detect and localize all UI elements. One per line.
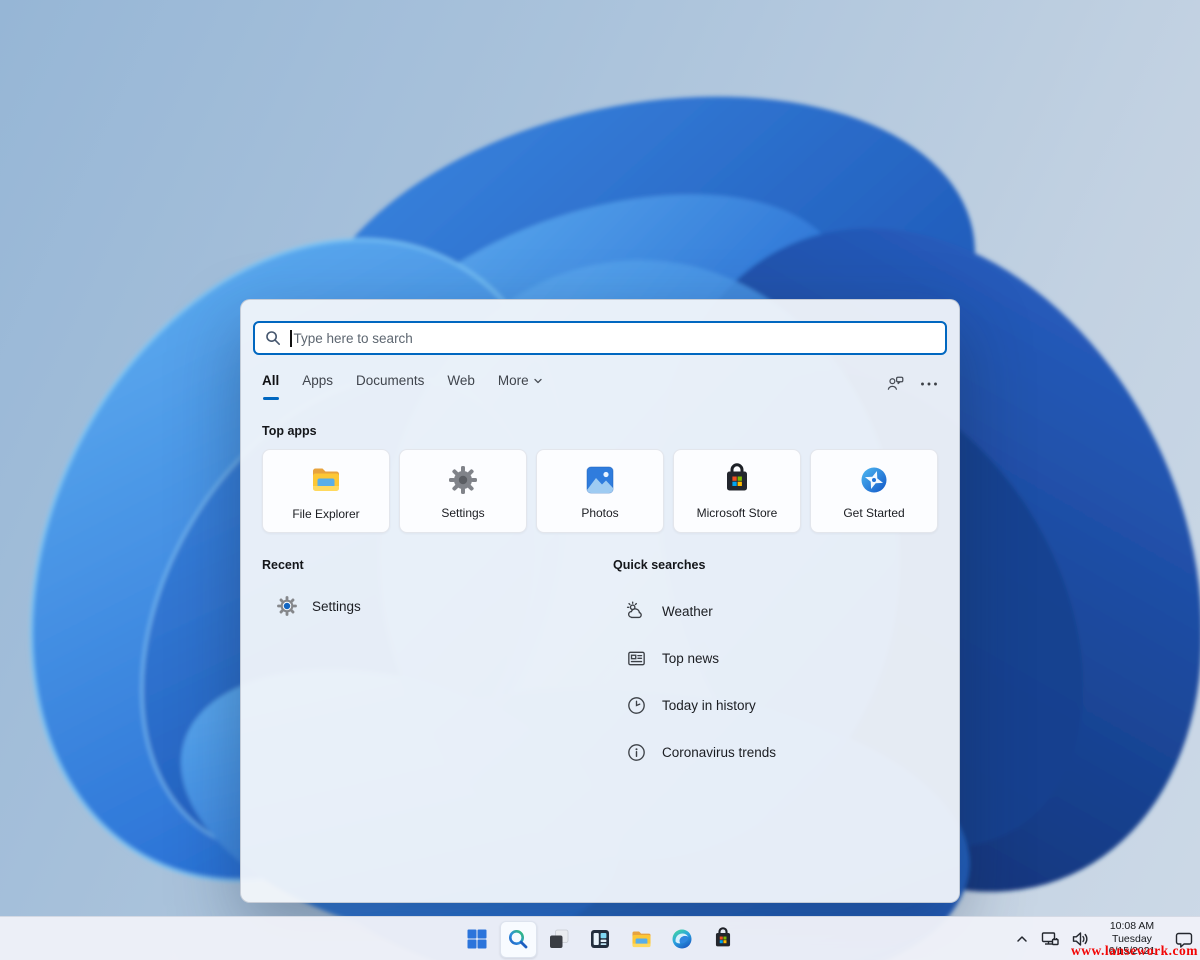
recent-item-label: Settings bbox=[312, 599, 361, 614]
photos-icon bbox=[583, 463, 617, 497]
app-card-label: Microsoft Store bbox=[697, 506, 778, 520]
folder-icon bbox=[629, 927, 654, 952]
file-explorer-button[interactable] bbox=[623, 921, 660, 958]
quick-search-top-news[interactable]: Top news bbox=[613, 635, 938, 682]
widgets-button[interactable] bbox=[582, 921, 619, 958]
store-bag-icon bbox=[711, 927, 735, 951]
tray-time: 10:08 AM bbox=[1101, 920, 1163, 933]
task-view-button[interactable] bbox=[541, 921, 578, 958]
app-card-settings[interactable]: Settings bbox=[399, 449, 527, 533]
text-caret bbox=[290, 330, 292, 347]
widgets-icon bbox=[588, 927, 612, 951]
clock-icon bbox=[625, 694, 648, 717]
top-apps-title: Top apps bbox=[241, 424, 959, 438]
network-icon[interactable] bbox=[1040, 930, 1060, 948]
account-feedback-icon[interactable] bbox=[886, 374, 905, 393]
newspaper-icon bbox=[625, 647, 648, 670]
tab-apps[interactable]: Apps bbox=[302, 373, 333, 400]
start-button[interactable] bbox=[459, 921, 496, 958]
quick-searches-title: Quick searches bbox=[613, 558, 938, 572]
taskbar: 10:08 AM Tuesday 6/15/2021 bbox=[0, 916, 1200, 960]
app-card-label: Photos bbox=[581, 506, 618, 520]
more-options-icon[interactable] bbox=[920, 381, 938, 387]
search-filter-tabs: All Apps Documents Web More bbox=[241, 373, 959, 403]
recent-title: Recent bbox=[262, 558, 613, 572]
search-input[interactable]: Type here to search bbox=[253, 321, 947, 355]
folder-icon bbox=[308, 462, 344, 498]
chevron-down-icon bbox=[533, 376, 543, 386]
app-card-file-explorer[interactable]: File Explorer bbox=[262, 449, 390, 533]
search-taskbar-button[interactable] bbox=[500, 921, 537, 958]
tab-web[interactable]: Web bbox=[447, 373, 475, 400]
desktop: Type here to search All Apps Documents W… bbox=[0, 0, 1200, 960]
search-placeholder: Type here to search bbox=[294, 331, 413, 346]
edge-icon bbox=[670, 927, 694, 951]
recent-section: Recent bbox=[262, 558, 613, 776]
app-card-label: File Explorer bbox=[292, 507, 359, 521]
quick-search-weather[interactable]: Weather bbox=[613, 588, 938, 635]
gear-icon bbox=[275, 594, 299, 618]
tab-all[interactable]: All bbox=[262, 373, 279, 400]
app-card-label: Get Started bbox=[843, 506, 904, 520]
tab-more[interactable]: More bbox=[498, 373, 543, 400]
quick-search-label: Top news bbox=[662, 651, 719, 666]
search-icon bbox=[265, 330, 281, 346]
watermark-text: www.lansework.com bbox=[1071, 943, 1198, 959]
search-flyout-panel: Type here to search All Apps Documents W… bbox=[240, 299, 960, 903]
gear-icon bbox=[446, 463, 480, 497]
app-card-label: Settings bbox=[441, 506, 484, 520]
tray-chevron-up-icon[interactable] bbox=[1015, 932, 1029, 946]
windows-logo-icon bbox=[465, 927, 489, 951]
task-view-icon bbox=[547, 927, 571, 951]
get-started-icon bbox=[857, 463, 891, 497]
search-icon bbox=[506, 927, 530, 951]
store-button[interactable] bbox=[705, 921, 742, 958]
quick-search-label: Coronavirus trends bbox=[662, 745, 776, 760]
quick-search-coronavirus-trends[interactable]: Coronavirus trends bbox=[613, 729, 938, 776]
quick-search-label: Weather bbox=[662, 604, 713, 619]
recent-item-settings[interactable]: Settings bbox=[262, 594, 613, 618]
store-bag-icon bbox=[720, 463, 754, 497]
tab-more-label: More bbox=[498, 373, 529, 388]
top-apps-grid: File Explorer bbox=[241, 449, 959, 533]
app-card-photos[interactable]: Photos bbox=[536, 449, 664, 533]
quick-search-label: Today in history bbox=[662, 698, 756, 713]
tab-documents[interactable]: Documents bbox=[356, 373, 424, 400]
info-icon bbox=[625, 741, 648, 764]
app-card-get-started[interactable]: Get Started bbox=[810, 449, 938, 533]
edge-button[interactable] bbox=[664, 921, 701, 958]
quick-search-today-in-history[interactable]: Today in history bbox=[613, 682, 938, 729]
sun-cloud-icon bbox=[625, 600, 648, 623]
quick-searches-section: Quick searches bbox=[613, 558, 938, 776]
app-card-microsoft-store[interactable]: Microsoft Store bbox=[673, 449, 801, 533]
